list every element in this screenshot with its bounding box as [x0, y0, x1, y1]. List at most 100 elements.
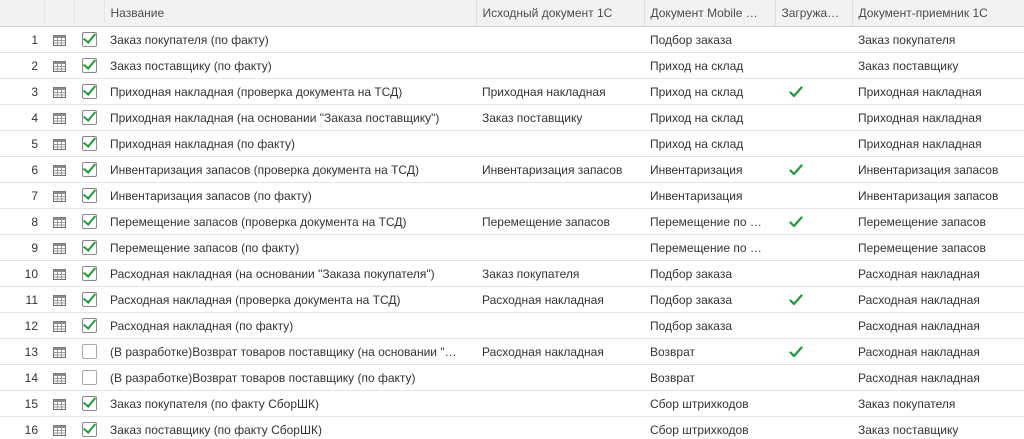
row-number: 2: [0, 52, 44, 79]
row-checkbox[interactable]: [81, 318, 97, 334]
row-icon-cell: [44, 364, 74, 391]
table-icon: [52, 294, 66, 306]
checkmark-icon: [789, 164, 803, 176]
row-number: 11: [0, 286, 44, 313]
row-number: 16: [0, 416, 44, 439]
table-row[interactable]: 5 Приходная накладная (по факту) Приход …: [0, 130, 1024, 157]
row-number: 13: [0, 338, 44, 365]
table-row[interactable]: 4 Приходная накладная (на основании "Зак…: [0, 104, 1024, 131]
checkmark-icon: [789, 294, 803, 306]
header-mobile-doc[interactable]: Документ Mobile …: [644, 0, 776, 27]
row-icon-cell: [44, 182, 74, 209]
table-row[interactable]: 14 (В разработке)Возврат товаров поставщ…: [0, 364, 1024, 391]
row-checkbox[interactable]: [81, 162, 97, 178]
row-target-doc: Инвентаризация запасов: [852, 156, 1024, 183]
row-icon-cell: [44, 156, 74, 183]
row-checkbox[interactable]: [81, 422, 97, 438]
row-checkbox-cell: [74, 130, 104, 157]
row-checkbox[interactable]: [81, 344, 97, 360]
table-row[interactable]: 9 Перемещение запасов (по факту) Перемещ…: [0, 234, 1024, 261]
row-name: Расходная накладная (на основании "Заказ…: [104, 260, 476, 287]
row-name: Приходная накладная (на основании "Заказ…: [104, 104, 476, 131]
row-checkbox-cell: [74, 52, 104, 79]
table-row[interactable]: 12 Расходная накладная (по факту) Подбор…: [0, 312, 1024, 339]
row-name: Заказ поставщику (по факту): [104, 52, 476, 79]
row-source-doc: Перемещение запасов: [476, 208, 644, 235]
table-icon: [52, 86, 66, 98]
table-row[interactable]: 11 Расходная накладная (проверка докумен…: [0, 286, 1024, 313]
checkmark-icon: [789, 346, 803, 358]
row-number: 7: [0, 182, 44, 209]
table-row[interactable]: 8 Перемещение запасов (проверка документ…: [0, 208, 1024, 235]
row-loaded-cell: [775, 312, 852, 339]
row-source-doc: [476, 26, 644, 53]
table-row[interactable]: 2 Заказ поставщику (по факту) Приход на …: [0, 52, 1024, 79]
row-mobile-doc: Подбор заказа: [644, 26, 775, 53]
row-source-doc: Заказ покупателя: [476, 260, 644, 287]
row-checkbox-cell: [74, 78, 104, 105]
row-checkbox-cell: [74, 338, 104, 365]
row-checkbox[interactable]: [81, 396, 97, 412]
header-icon[interactable]: [44, 0, 75, 27]
row-checkbox[interactable]: [81, 188, 97, 204]
row-icon-cell: [44, 78, 74, 105]
table-icon: [52, 268, 66, 280]
row-checkbox[interactable]: [81, 370, 97, 386]
row-icon-cell: [44, 312, 74, 339]
row-target-doc: Расходная накладная: [852, 260, 1024, 287]
header-row-number[interactable]: [0, 0, 45, 27]
row-source-doc: Инвентаризация запасов: [476, 156, 644, 183]
row-target-doc: Расходная накладная: [852, 364, 1024, 391]
table-row[interactable]: 6 Инвентаризация запасов (проверка докум…: [0, 156, 1024, 183]
row-loaded-cell: [775, 156, 852, 183]
row-checkbox[interactable]: [81, 240, 97, 256]
table-icon: [52, 34, 66, 46]
row-mobile-doc: Подбор заказа: [644, 260, 775, 287]
row-checkbox[interactable]: [81, 58, 97, 74]
row-checkbox[interactable]: [81, 266, 97, 282]
row-checkbox[interactable]: [81, 136, 97, 152]
row-name: Инвентаризация запасов (проверка докумен…: [104, 156, 476, 183]
row-checkbox-cell: [74, 26, 104, 53]
table-row[interactable]: 16 Заказ поставщику (по факту СборШК) Сб…: [0, 416, 1024, 439]
row-target-doc: Приходная накладная: [852, 104, 1024, 131]
row-icon-cell: [44, 390, 74, 417]
row-checkbox[interactable]: [81, 84, 97, 100]
row-checkbox[interactable]: [81, 32, 97, 48]
row-target-doc: Перемещение запасов: [852, 234, 1024, 261]
table-row[interactable]: 15 Заказ покупателя (по факту СборШК) Сб…: [0, 390, 1024, 417]
row-checkbox-cell: [74, 156, 104, 183]
row-icon-cell: [44, 234, 74, 261]
table-row[interactable]: 10 Расходная накладная (на основании "За…: [0, 260, 1024, 287]
row-name: Расходная накладная (по факту): [104, 312, 476, 339]
header-name[interactable]: Название: [104, 0, 477, 27]
header-source-doc[interactable]: Исходный документ 1С: [476, 0, 645, 27]
header-loaded[interactable]: Загружа…: [775, 0, 853, 27]
table-icon: [52, 346, 66, 358]
row-source-doc: Расходная накладная: [476, 286, 644, 313]
header-target-doc[interactable]: Документ-приемник 1С: [852, 0, 1024, 27]
row-number: 8: [0, 208, 44, 235]
row-loaded-cell: [775, 390, 852, 417]
row-number: 6: [0, 156, 44, 183]
table-row[interactable]: 3 Приходная накладная (проверка документ…: [0, 78, 1024, 105]
table-icon: [52, 164, 66, 176]
row-target-doc: Приходная накладная: [852, 78, 1024, 105]
header-checkbox[interactable]: [74, 0, 105, 27]
row-target-doc: Инвентаризация запасов: [852, 182, 1024, 209]
row-number: 1: [0, 26, 44, 53]
row-checkbox[interactable]: [81, 214, 97, 230]
table-row[interactable]: 13 (В разработке)Возврат товаров поставщ…: [0, 338, 1024, 365]
row-checkbox[interactable]: [81, 292, 97, 308]
table-row[interactable]: 1 Заказ покупателя (по факту) Подбор зак…: [0, 26, 1024, 53]
row-checkbox[interactable]: [81, 110, 97, 126]
checkmark-icon: [789, 86, 803, 98]
row-mobile-doc: Приход на склад: [644, 52, 775, 79]
table-row[interactable]: 7 Инвентаризация запасов (по факту) Инве…: [0, 182, 1024, 209]
row-mobile-doc: Инвентаризация: [644, 182, 775, 209]
row-number: 15: [0, 390, 44, 417]
row-target-doc: Заказ поставщику: [852, 52, 1024, 79]
row-checkbox-cell: [74, 390, 104, 417]
row-mobile-doc: Возврат: [644, 338, 775, 365]
table-icon: [52, 112, 66, 124]
